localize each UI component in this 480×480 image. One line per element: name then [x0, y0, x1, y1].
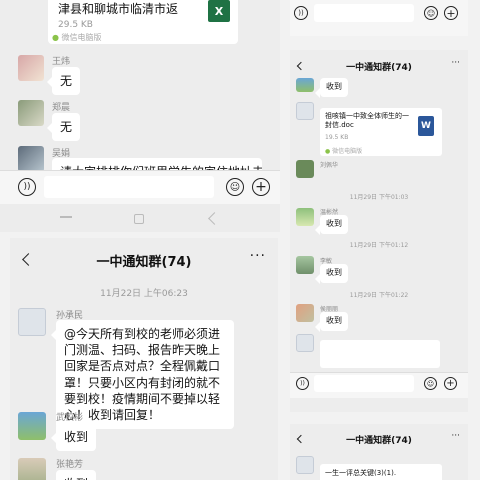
wechat-pc-icon: ●: [52, 33, 59, 42]
avatar[interactable]: [296, 456, 314, 474]
plus-icon[interactable]: +: [252, 178, 270, 196]
avatar[interactable]: [18, 146, 44, 172]
file-title: 祖咳镇一中致全体师生的一封信.doc: [325, 112, 409, 130]
file-message-card[interactable]: 祖咳镇一中致全体师生的一封信.doc 19.5 KB W ● 微信电脑版: [320, 108, 442, 156]
timestamp: 11月22日 上午06:23: [100, 289, 188, 299]
message-bubble[interactable]: 收到: [56, 470, 97, 480]
file-source-label: ● 微信电脑版: [52, 32, 102, 43]
avatar[interactable]: [18, 412, 46, 440]
file-title: 津县和聊城市临清市返: [58, 2, 179, 16]
voice-icon[interactable]: )): [294, 6, 308, 20]
message-bubble[interactable]: 收到: [315, 264, 348, 284]
word-file-icon: W: [418, 116, 434, 136]
message-bubble[interactable]: 收到: [50, 423, 97, 452]
chat-panel-bottom-left: 一中通知群(74) ··· 11月22日 上午06:23 孙承民 @今天所有到校…: [10, 238, 278, 480]
chat-title: 一中通知群(74): [346, 436, 412, 446]
more-icon[interactable]: ···: [451, 58, 460, 68]
timestamp: 11月29日 下午01:22: [349, 292, 409, 299]
emoji-icon[interactable]: ☺: [226, 178, 244, 196]
file-title: 一生一评总关键(3)(1).: [325, 469, 397, 477]
file-message-card[interactable]: 一生一评总关键(3)(1).: [320, 464, 442, 480]
avatar[interactable]: [296, 160, 314, 178]
sender-name: 武校彬: [56, 413, 84, 423]
avatar[interactable]: [18, 458, 46, 480]
avatar[interactable]: [18, 55, 44, 81]
avatar[interactable]: [296, 334, 314, 352]
chat-title: 一中通知群(74): [346, 63, 412, 73]
message-bubble[interactable]: 无: [46, 113, 81, 142]
chat-panel-bottom-right: 一中通知群(74) ··· 一生一评总关键(3)(1).: [290, 424, 468, 480]
message-card[interactable]: [320, 340, 440, 368]
file-size: 29.5 KB: [58, 20, 93, 30]
avatar[interactable]: [296, 256, 314, 274]
sender-name: 郑晨: [52, 103, 71, 113]
emoji-icon[interactable]: ☺: [424, 6, 438, 20]
chat-panel-middle-right: 一中通知群(74) ··· 收到 祖咳镇一中致全体师生的一封信.doc 19.5…: [290, 50, 468, 412]
message-input[interactable]: [44, 176, 214, 198]
avatar[interactable]: [296, 102, 314, 120]
message-input[interactable]: [314, 375, 414, 392]
sender-name: 刘佩华: [320, 162, 339, 169]
plus-icon[interactable]: +: [444, 6, 458, 20]
message-bubble[interactable]: 收到: [315, 78, 348, 98]
avatar[interactable]: [296, 78, 314, 92]
avatar[interactable]: [296, 208, 314, 226]
voice-icon[interactable]: )): [18, 178, 36, 196]
nav-back-icon[interactable]: [208, 212, 221, 225]
timestamp: 11月29日 下午01:12: [349, 242, 409, 249]
avatar[interactable]: [18, 308, 46, 336]
message-input[interactable]: [314, 4, 414, 22]
message-bubble[interactable]: 收到: [315, 215, 348, 235]
nav-recents-icon[interactable]: [60, 216, 72, 218]
message-bubble[interactable]: 无: [46, 67, 81, 96]
chat-title: 一中通知群(74): [96, 255, 192, 270]
file-source-label: ● 微信电脑版: [325, 146, 362, 155]
chat-header: 一中通知群(74) ···: [290, 424, 468, 454]
avatar[interactable]: [18, 100, 44, 126]
sender-name: 张艳芳: [56, 460, 84, 470]
more-icon[interactable]: ···: [250, 248, 266, 264]
file-source-text: 微信电脑版: [61, 33, 102, 42]
chat-header: 一中通知群(74) ···: [10, 238, 278, 282]
chat-panel-top-left: 津县和聊城市临清市返 29.5 KB X ● 微信电脑版 王炜 无 郑晨 无 吴…: [0, 0, 280, 232]
message-bubble[interactable]: 收到: [315, 312, 348, 332]
more-icon[interactable]: ···: [451, 431, 460, 441]
avatar[interactable]: [296, 304, 314, 322]
chat-panel-top-right: )) ☺ +: [290, 0, 468, 36]
nav-home-icon[interactable]: [134, 214, 144, 224]
system-nav-bar: [0, 204, 280, 232]
file-source-text: 微信电脑版: [332, 148, 363, 155]
sender-name: 王炜: [52, 57, 71, 67]
plus-icon[interactable]: +: [444, 377, 457, 390]
wechat-pc-icon: ●: [325, 148, 331, 155]
emoji-icon[interactable]: ☺: [424, 377, 437, 390]
excel-file-icon: X: [208, 0, 230, 22]
voice-icon[interactable]: )): [296, 377, 309, 390]
timestamp: 11月29日 下午01:03: [349, 194, 409, 201]
file-size: 19.5 KB: [325, 134, 349, 141]
chat-header: 一中通知群(74) ···: [290, 50, 468, 82]
